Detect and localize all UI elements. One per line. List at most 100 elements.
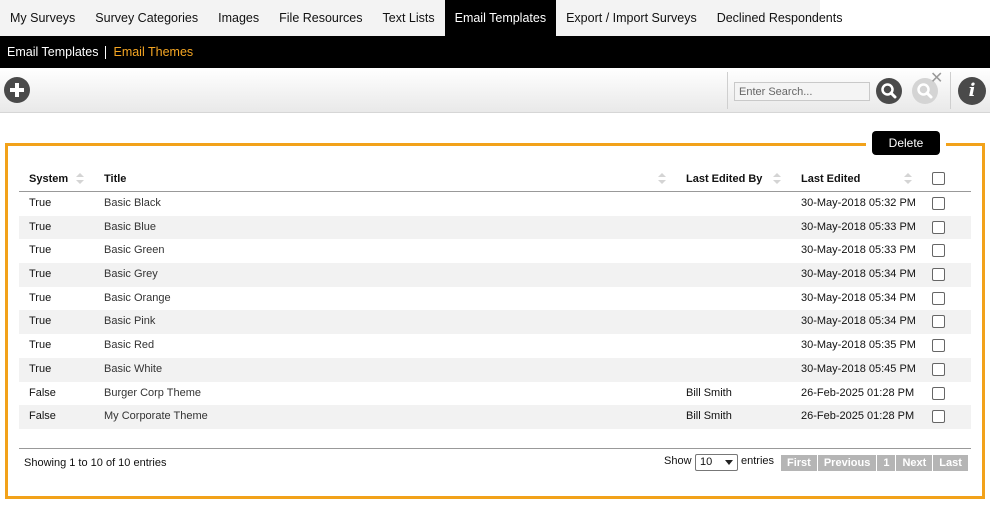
select-all-checkbox[interactable] — [932, 172, 945, 185]
sort-icon — [904, 173, 912, 185]
cell-system: True — [29, 362, 52, 375]
table-row[interactable]: True Basic Orange 30-May-2018 05:34 PM — [19, 287, 971, 311]
row-checkbox[interactable] — [932, 362, 945, 376]
pager-last[interactable]: Last — [933, 455, 968, 471]
row-checkbox[interactable] — [932, 339, 945, 353]
tab-text-lists[interactable]: Text Lists — [373, 0, 445, 36]
subnav-email-templates[interactable]: Email Templates — [0, 45, 105, 59]
cell-system: True — [29, 315, 52, 328]
table-row[interactable]: True Basic Red 30-May-2018 05:35 PM — [19, 334, 971, 358]
cell-system: True — [29, 339, 52, 352]
top-tab-bar: My Surveys Survey Categories Images File Re… — [0, 0, 990, 36]
sort-icon — [658, 173, 666, 185]
cell-title: Basic Orange — [104, 291, 171, 304]
tab-my-surveys[interactable]: My Surveys — [0, 0, 85, 36]
pager-first[interactable]: First — [781, 455, 817, 471]
cell-system: False — [29, 386, 56, 399]
sort-icon — [773, 173, 781, 185]
tab-email-templates[interactable]: Email Templates — [444, 0, 557, 36]
page-size-select[interactable]: 10 — [695, 454, 738, 471]
table-info: Showing 1 to 10 of 10 entries — [24, 457, 167, 469]
cell-title: My Corporate Theme — [104, 410, 208, 423]
table-row[interactable]: True Basic Blue 30-May-2018 05:33 PM — [19, 215, 971, 240]
table-row[interactable]: True Basic Black 30-May-2018 05:32 PM — [19, 192, 971, 216]
tab-survey-categories[interactable]: Survey Categories — [85, 0, 208, 36]
magnifier-glyph — [881, 83, 897, 99]
row-checkbox[interactable] — [932, 315, 945, 329]
column-header-last-edited[interactable]: Last Edited — [801, 166, 860, 192]
table-row[interactable]: True Basic Grey 30-May-2018 05:34 PM — [19, 263, 971, 287]
cell-title: Basic Pink — [104, 315, 156, 328]
cell-last-edited: 30-May-2018 05:33 PM — [801, 220, 916, 233]
tab-declined-respondents[interactable]: Declined Respondents — [707, 0, 853, 36]
cell-last-edited: 26-Feb-2025 01:28 PM — [801, 386, 915, 399]
cell-title: Basic Green — [104, 244, 165, 257]
table-header: System Title Last Edited By Last Edited — [19, 166, 971, 192]
subnav-email-themes[interactable]: Email Themes — [106, 45, 200, 59]
close-icon[interactable]: ✕ — [930, 71, 944, 87]
row-checkbox[interactable] — [932, 197, 945, 210]
table-row[interactable]: False Burger Corp Theme Bill Smith 26-Feb-2… — [19, 382, 971, 406]
column-header-label: Title — [104, 173, 127, 185]
cell-last-edited: 30-May-2018 05:34 PM — [801, 291, 916, 304]
tab-images[interactable]: Images — [208, 0, 269, 36]
cell-system: True — [29, 244, 52, 257]
toolbar-divider — [727, 72, 728, 109]
cell-title: Basic Grey — [104, 268, 158, 281]
delete-button[interactable]: Delete — [872, 131, 940, 155]
entries-label: entries — [741, 455, 775, 467]
themes-table: System Title Last Edited By Last Edited … — [19, 166, 971, 429]
search-input[interactable] — [734, 82, 870, 101]
cell-last-edited-by: Bill Smith — [686, 410, 732, 423]
tab-export-import-surveys[interactable]: Export / Import Surveys — [556, 0, 707, 36]
search-icon[interactable] — [876, 78, 902, 104]
pager-previous[interactable]: Previous — [817, 455, 877, 471]
table-body: True Basic Black 30-May-2018 05:32 PM True B… — [19, 192, 971, 429]
row-checkbox[interactable] — [932, 410, 945, 424]
row-checkbox[interactable] — [932, 291, 945, 305]
cell-last-edited: 30-May-2018 05:34 PM — [801, 268, 916, 281]
tab-strip: My Surveys Survey Categories Images File Re… — [0, 0, 842, 36]
column-header-label: System — [29, 173, 69, 185]
cell-last-edited: 30-May-2018 05:34 PM — [801, 315, 916, 328]
show-label: Show — [664, 455, 692, 467]
pager-current[interactable]: 1 — [877, 455, 896, 471]
cell-last-edited: 30-May-2018 05:33 PM — [801, 244, 916, 257]
table-row[interactable]: True Basic Pink 30-May-2018 05:34 PM — [19, 310, 971, 335]
cell-title: Basic Red — [104, 339, 155, 352]
page-size-value: 10 — [700, 456, 713, 468]
column-header-label: Last Edited By — [686, 173, 763, 185]
tab-file-resources[interactable]: File Resources — [269, 0, 372, 36]
cell-title: Burger Corp Theme — [104, 386, 202, 399]
chevron-down-icon — [725, 460, 733, 465]
sub-navigation: Email Templates Email Themes — [0, 36, 990, 68]
table-row[interactable]: True Basic Green 30-May-2018 05:33 PM — [19, 239, 971, 263]
cell-title: Basic Black — [104, 197, 161, 209]
pagination: First Previous 1 Next Last — [781, 455, 968, 471]
column-header-label: Last Edited — [801, 173, 861, 185]
pager-next[interactable]: Next — [896, 455, 933, 471]
column-header-title[interactable]: Title — [104, 166, 126, 192]
table-row[interactable]: False My Corporate Theme Bill Smith 26-Feb-… — [19, 405, 971, 429]
cell-last-edited: 30-May-2018 05:45 PM — [801, 362, 916, 375]
cell-title: Basic Blue — [104, 220, 156, 233]
column-header-last-edited-by[interactable]: Last Edited By — [686, 166, 762, 192]
info-glyph: i — [968, 80, 976, 101]
cell-last-edited-by: Bill Smith — [686, 386, 732, 399]
row-checkbox[interactable] — [932, 244, 945, 258]
cell-last-edited: 30-May-2018 05:35 PM — [801, 339, 916, 352]
cell-system: False — [29, 410, 56, 423]
cell-system: True — [29, 220, 52, 233]
cell-title: Basic White — [104, 362, 163, 375]
table-row[interactable]: True Basic White 30-May-2018 05:45 PM — [19, 357, 971, 382]
info-icon[interactable]: i — [958, 77, 986, 105]
plus-circle-icon[interactable] — [4, 77, 30, 103]
sort-icon — [76, 173, 84, 185]
row-checkbox[interactable] — [932, 268, 945, 282]
row-checkbox[interactable] — [932, 220, 945, 234]
cell-system: True — [29, 268, 52, 281]
row-checkbox[interactable] — [932, 386, 945, 400]
cell-system: True — [29, 291, 52, 304]
cell-last-edited: 26-Feb-2025 01:28 PM — [801, 410, 915, 423]
column-header-system[interactable]: System — [29, 166, 68, 192]
